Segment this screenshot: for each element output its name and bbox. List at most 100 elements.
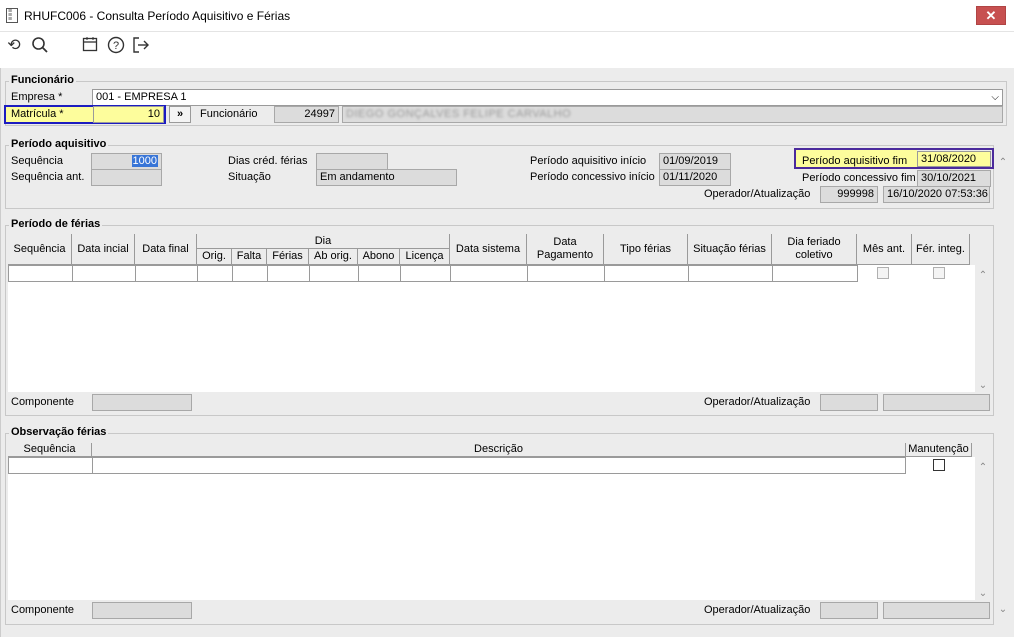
funcionario-code: 24997 — [274, 106, 339, 123]
funcionario-name-text: DIEGO GONÇALVES FELIPE CARVALHO — [346, 108, 572, 120]
empresa-value: 001 - EMPRESA 1 — [96, 91, 187, 103]
sequencia-field: 1000 — [91, 153, 162, 170]
ferias-cell-13[interactable] — [772, 265, 858, 282]
ferias-cell-3[interactable] — [197, 265, 233, 282]
ferias-header-2: Data final — [135, 234, 197, 265]
ferias-cell-7[interactable] — [358, 265, 401, 282]
ferias-componente-label: Componente — [11, 396, 74, 408]
obs-operador-field — [820, 602, 878, 619]
ferias-cell-6[interactable] — [309, 265, 359, 282]
ferias-cell-4[interactable] — [232, 265, 268, 282]
ferias-operador-label: Operador/Atualização — [704, 396, 811, 408]
ferias-header-8: Licença — [400, 249, 450, 265]
ferias-cell-9[interactable] — [450, 265, 528, 282]
ferias-header-15: Fér. integ. — [912, 234, 970, 265]
ferias-atualizacao-field — [883, 394, 990, 411]
sequencia-ant-field — [91, 169, 162, 186]
ferias-header-14: Mês ant. — [857, 234, 912, 265]
sequencia-value: 1000 — [131, 155, 158, 167]
ferias-componente-field — [92, 394, 192, 411]
dias-cred-field — [316, 153, 388, 170]
ferias-header-10: Data Pagamento — [527, 234, 604, 265]
ferias-grid[interactable] — [8, 265, 975, 392]
ferias-header-13: Dia feriado coletivo — [772, 234, 857, 265]
obs-atualizacao-field — [883, 602, 990, 619]
ferias-cell-12[interactable] — [688, 265, 773, 282]
ferias-header-4: Falta — [232, 249, 267, 265]
atualizacao-field: 16/10/2020 07:53:36 — [883, 186, 990, 203]
obs-header-sequencia: Sequência — [8, 443, 92, 457]
concessivo-inicio-field: 01/11/2020 — [659, 169, 731, 186]
obs-header-descricao: Descrição — [92, 443, 906, 457]
aquisitivo-inicio-field: 01/09/2019 — [659, 153, 731, 170]
mes-ant-checkbox[interactable] — [877, 267, 889, 279]
chevron-up-icon[interactable]: ⌃ — [976, 462, 990, 473]
ferias-cell-8[interactable] — [400, 265, 451, 282]
ferias-cell-0[interactable] — [8, 265, 73, 282]
funcionario-legend: Funcionário — [9, 74, 76, 86]
chevron-up-icon[interactable]: ⌃ — [996, 157, 1010, 168]
ferias-cell-2[interactable] — [135, 265, 198, 282]
ferias-header-0: Sequência — [8, 234, 72, 265]
obs-cell-sequencia[interactable] — [8, 457, 93, 474]
ferias-header-11: Tipo férias — [604, 234, 688, 265]
close-button[interactable]: ✕ — [976, 6, 1006, 25]
chevron-down-icon[interactable]: ⌵ — [991, 90, 999, 105]
sequencia-label: Sequência — [11, 155, 63, 167]
chevron-down-icon[interactable]: ⌄ — [976, 380, 990, 391]
search-matricula-button[interactable]: » — [169, 106, 191, 123]
empresa-label: Empresa * — [11, 91, 63, 103]
manutencao-checkbox[interactable] — [933, 459, 945, 471]
refresh-icon[interactable]: ⟲ — [4, 36, 24, 56]
observacao-legend: Observação férias — [9, 426, 109, 438]
ferias-dia-group: Dia — [197, 234, 450, 249]
situacao-field: Em andamento — [316, 169, 457, 186]
obs-componente-label: Componente — [11, 604, 74, 616]
operador-field: 999998 — [820, 186, 878, 203]
ferias-header-3: Orig. — [197, 249, 232, 265]
ferias-header-1: Data incial — [72, 234, 135, 265]
aquisitivo-fim-field: 31/08/2020 — [917, 151, 991, 167]
ferias-header-7: Abono — [358, 249, 400, 265]
ferias-header-5: Férias — [267, 249, 309, 265]
exit-icon[interactable] — [131, 36, 151, 56]
concessivo-fim-field: 30/10/2021 — [917, 170, 991, 187]
obs-cell-descricao[interactable] — [92, 457, 906, 474]
aquisitivo-fim-label: Período aquisitivo fim — [802, 155, 908, 167]
search-icon[interactable] — [30, 36, 50, 56]
situacao-label: Situação — [228, 171, 271, 183]
aquisitivo-inicio-label: Período aquisitivo início — [530, 155, 647, 167]
dias-cred-label: Dias créd. férias — [228, 155, 308, 167]
calendar-icon[interactable] — [80, 36, 100, 56]
ferias-cell-11[interactable] — [604, 265, 689, 282]
periodo-ferias-legend: Período de férias — [9, 218, 103, 230]
window-title: RHUFC006 - Consulta Período Aquisitivo e… — [24, 9, 291, 23]
ferias-cell-1[interactable] — [72, 265, 136, 282]
toolbar — [0, 32, 1014, 68]
ferias-header-6: Ab orig. — [309, 249, 358, 265]
sequencia-ant-label: Sequência ant. — [11, 171, 85, 183]
operador-label: Operador/Atualização — [704, 188, 811, 200]
ferias-cell-10[interactable] — [527, 265, 605, 282]
chevron-down-icon[interactable]: ⌄ — [996, 604, 1010, 615]
svg-text:?: ? — [113, 40, 119, 52]
obs-header-manutencao: Manutenção — [906, 443, 972, 457]
ferias-operador-field — [820, 394, 878, 411]
fer-integ-checkbox[interactable] — [933, 267, 945, 279]
obs-componente-field — [92, 602, 192, 619]
concessivo-fim-label: Período concessivo fim — [802, 172, 916, 184]
matricula-label: Matrícula * — [11, 108, 64, 120]
concessivo-inicio-label: Período concessivo início — [530, 171, 655, 183]
document-icon: ≡ ≡ ≡ — [6, 8, 18, 23]
chevron-up-icon[interactable]: ⌃ — [976, 270, 990, 281]
chevron-down-icon[interactable]: ⌄ — [976, 588, 990, 599]
obs-operador-label: Operador/Atualização — [704, 604, 811, 616]
ferias-header-9: Data sistema — [450, 234, 527, 265]
ferias-cell-5[interactable] — [267, 265, 310, 282]
help-icon[interactable]: ? — [106, 36, 126, 56]
ferias-header-12: Situação férias — [688, 234, 772, 265]
matricula-input[interactable]: 10 — [93, 106, 164, 123]
funcionario-name: DIEGO GONÇALVES FELIPE CARVALHO — [342, 106, 1003, 123]
observacao-grid[interactable] — [8, 457, 975, 600]
empresa-select[interactable]: 001 - EMPRESA 1 ⌵ — [92, 89, 1003, 106]
